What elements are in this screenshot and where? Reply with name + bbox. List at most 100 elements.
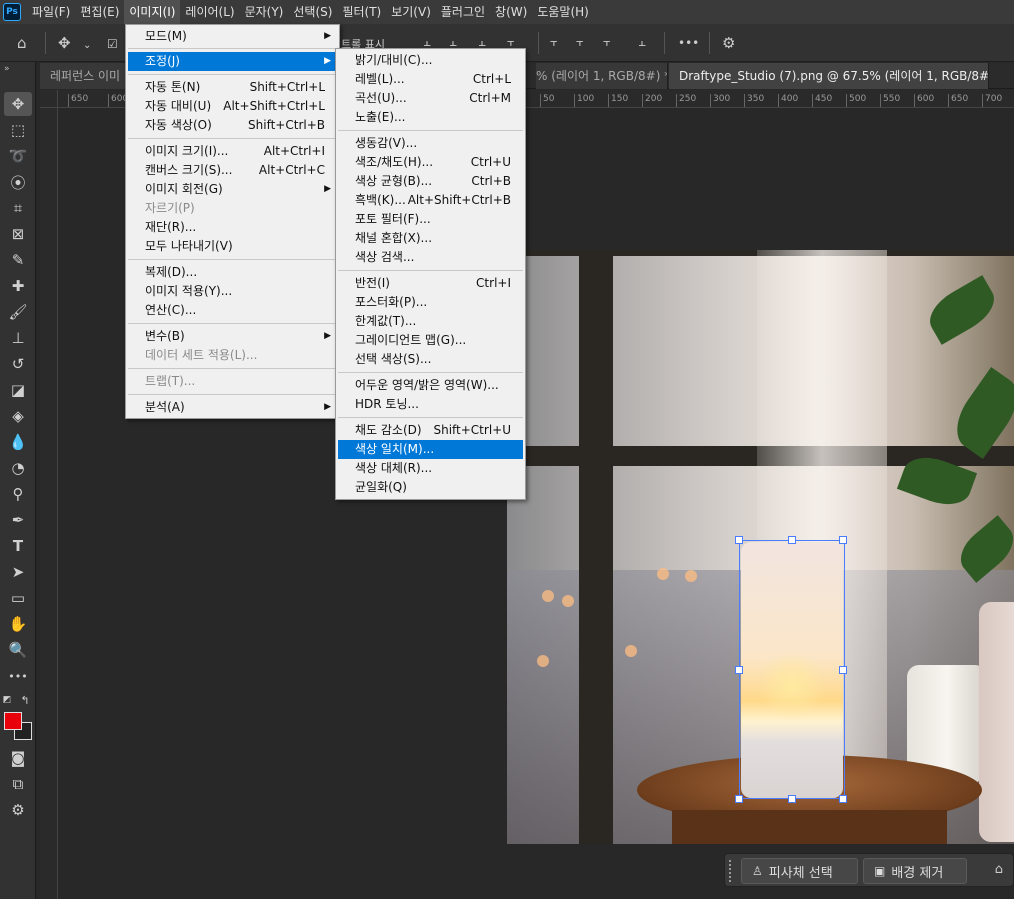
history-brush-tool-icon[interactable]: ↺	[4, 352, 32, 376]
screen-mode-icon[interactable]: ⧉	[4, 772, 32, 796]
menu-item-color-lookup[interactable]: 색상 검색...	[338, 248, 523, 267]
quick-mask-icon[interactable]: ◙	[4, 746, 32, 770]
paint-bucket-tool-icon[interactable]: ◈	[4, 404, 32, 428]
tab-draftype-studio[interactable]: Draftype_Studio (7).png @ 67.5% (레이어 1, …	[669, 63, 989, 89]
menu-item-variables[interactable]: 변수(B) ▶	[128, 327, 337, 346]
transform-handle[interactable]	[735, 795, 743, 803]
more-options-button[interactable]: •••	[678, 34, 699, 52]
pen-tool-icon[interactable]: ✒	[4, 508, 32, 532]
menu-layer[interactable]: 레이어(L)	[180, 0, 239, 24]
menu-item-trim[interactable]: 재단(R)...	[128, 218, 337, 237]
eyedropper-tool-icon[interactable]: ✎	[4, 248, 32, 272]
drag-handle[interactable]	[729, 860, 732, 882]
menu-item-threshold[interactable]: 한계값(T)...	[338, 312, 523, 331]
lasso-tool-icon[interactable]: ➰	[4, 144, 32, 168]
menu-item-canvas-size[interactable]: 캔버스 크기(S)... Alt+Ctrl+C	[128, 161, 337, 180]
transform-handle[interactable]	[839, 795, 847, 803]
menu-item-color-balance[interactable]: 색상 균형(B)... Ctrl+B	[338, 172, 523, 191]
menu-item-curves[interactable]: 곡선(U)... Ctrl+M	[338, 89, 523, 108]
tab-other-document[interactable]: % (레이어 1, RGB/8#) *×	[536, 63, 668, 89]
menu-item-reveal-all[interactable]: 모두 나타내기(V)	[128, 237, 337, 256]
menu-item-vibrance[interactable]: 생동감(V)...	[338, 134, 523, 153]
menu-edit[interactable]: 편집(E)	[75, 0, 124, 24]
gear-icon[interactable]: ⚙	[722, 34, 735, 52]
frame-tool-icon[interactable]: ⊠	[4, 222, 32, 246]
transform-handle[interactable]	[788, 795, 796, 803]
menu-item-analysis[interactable]: 분석(A) ▶	[128, 398, 337, 417]
transform-handle[interactable]	[735, 536, 743, 544]
healing-brush-tool-icon[interactable]: ✚	[4, 274, 32, 298]
auto-select-checkbox[interactable]: ☑	[107, 35, 118, 53]
menu-item-exposure[interactable]: 노출(E)...	[338, 108, 523, 127]
menu-select[interactable]: 선택(S)	[288, 0, 337, 24]
blur-tool-icon[interactable]: 💧	[4, 430, 32, 454]
menu-item-duplicate[interactable]: 복제(D)...	[128, 263, 337, 282]
default-colors-icon[interactable]: ◩	[0, 688, 14, 712]
menu-type[interactable]: 문자(Y)	[240, 0, 289, 24]
menu-item-photo-filter[interactable]: 포토 필터(F)...	[338, 210, 523, 229]
more-tools-icon[interactable]: •••	[4, 664, 32, 688]
edit-toolbar-icon[interactable]: ⚙	[4, 798, 32, 822]
transform-handle[interactable]	[735, 666, 743, 674]
menu-item-selective-color[interactable]: 선택 색상(S)...	[338, 350, 523, 369]
select-subject-button[interactable]: ♙ 피사체 선택	[741, 858, 858, 884]
menu-window[interactable]: 창(W)	[490, 0, 532, 24]
collapse-panel-icon[interactable]: »	[4, 64, 10, 74]
menu-item-match-color[interactable]: 색상 일치(M)...	[338, 440, 523, 459]
menu-item-desaturate[interactable]: 채도 감소(D) Shift+Ctrl+U	[338, 421, 523, 440]
swap-colors-icon[interactable]: ↰	[18, 688, 32, 712]
foreground-color-swatch[interactable]	[4, 712, 22, 730]
hand-tool-icon[interactable]: ✋	[4, 612, 32, 636]
distribute-top-icon[interactable]: ⫟	[550, 34, 558, 52]
menu-item-auto-color[interactable]: 자동 색상(O) Shift+Ctrl+B	[128, 116, 337, 135]
menu-item-auto-tone[interactable]: 자동 톤(N) Shift+Ctrl+L	[128, 78, 337, 97]
menu-view[interactable]: 보기(V)	[386, 0, 436, 24]
transform-bounding-box[interactable]	[735, 536, 847, 803]
distribute-horizontal-icon[interactable]: ⫠	[638, 34, 646, 52]
menu-item-channel-mixer[interactable]: 채널 혼합(X)...	[338, 229, 523, 248]
menu-item-replace-color[interactable]: 색상 대체(R)...	[338, 459, 523, 478]
menu-item-mode[interactable]: 모드(M) ▶	[128, 27, 337, 46]
clone-stamp-tool-icon[interactable]: ⊥	[4, 326, 32, 350]
menu-item-levels[interactable]: 레벨(L)... Ctrl+L	[338, 70, 523, 89]
menu-item-invert[interactable]: 반전(I) Ctrl+I	[338, 274, 523, 293]
distribute-middle-icon[interactable]: ⫟	[576, 34, 584, 52]
menu-filter[interactable]: 필터(T)	[337, 0, 386, 24]
menu-item-black-white[interactable]: 흑백(K)... Alt+Shift+Ctrl+B	[338, 191, 523, 210]
menu-item-hdr-toning[interactable]: HDR 토닝...	[338, 395, 523, 414]
menu-item-hue-saturation[interactable]: 색조/채도(H)... Ctrl+U	[338, 153, 523, 172]
menu-item-apply-image[interactable]: 이미지 적용(Y)...	[128, 282, 337, 301]
menu-item-posterize[interactable]: 포스터화(P)...	[338, 293, 523, 312]
menu-item-auto-contrast[interactable]: 자동 대비(U) Alt+Shift+Ctrl+L	[128, 97, 337, 116]
transform-handle[interactable]	[839, 666, 847, 674]
zoom-tool-icon[interactable]: 🔍	[4, 638, 32, 662]
menu-item-calculations[interactable]: 연산(C)...	[128, 301, 337, 320]
home-icon[interactable]: ⌂	[17, 34, 27, 52]
menu-file[interactable]: 파일(F)	[27, 0, 75, 24]
transform-handle[interactable]	[788, 536, 796, 544]
menu-item-image-size[interactable]: 이미지 크기(I)... Alt+Ctrl+I	[128, 142, 337, 161]
menu-plugins[interactable]: 플러그인	[436, 0, 490, 24]
menu-image[interactable]: 이미지(I)	[124, 0, 181, 24]
zoom-search-icon[interactable]: ⚲	[4, 482, 32, 506]
distribute-bottom-icon[interactable]: ⫟	[603, 34, 611, 52]
menu-help[interactable]: 도움말(H)	[532, 0, 594, 24]
move-tool-icon[interactable]: ✥	[58, 34, 71, 52]
dodge-tool-icon[interactable]: ◔	[4, 456, 32, 480]
move-tool-icon[interactable]: ✥	[4, 92, 32, 116]
marquee-tool-icon[interactable]: ⬚	[4, 118, 32, 142]
remove-background-button[interactable]: ▣ 배경 제거	[863, 858, 967, 884]
rectangle-tool-icon[interactable]: ▭	[4, 586, 32, 610]
type-tool-icon[interactable]: T	[4, 534, 32, 558]
crop-tool-icon[interactable]: ⌗	[4, 196, 32, 220]
menu-item-image-rotation[interactable]: 이미지 회전(G) ▶	[128, 180, 337, 199]
eraser-tool-icon[interactable]: ◪	[4, 378, 32, 402]
tab-reference-image[interactable]: 레퍼런스 이미	[40, 63, 130, 89]
menu-item-gradient-map[interactable]: 그레이디언트 맵(G)...	[338, 331, 523, 350]
menu-item-brightness-contrast[interactable]: 밝기/대비(C)...	[338, 51, 523, 70]
quick-select-tool-icon[interactable]: ⦿	[4, 170, 32, 194]
menu-item-adjustments[interactable]: 조정(J) ▶	[128, 52, 337, 71]
more-options-icon[interactable]: ⌂	[995, 862, 1003, 877]
brush-tool-icon[interactable]: 🖌	[4, 300, 32, 324]
path-selection-tool-icon[interactable]: ➤	[4, 560, 32, 584]
